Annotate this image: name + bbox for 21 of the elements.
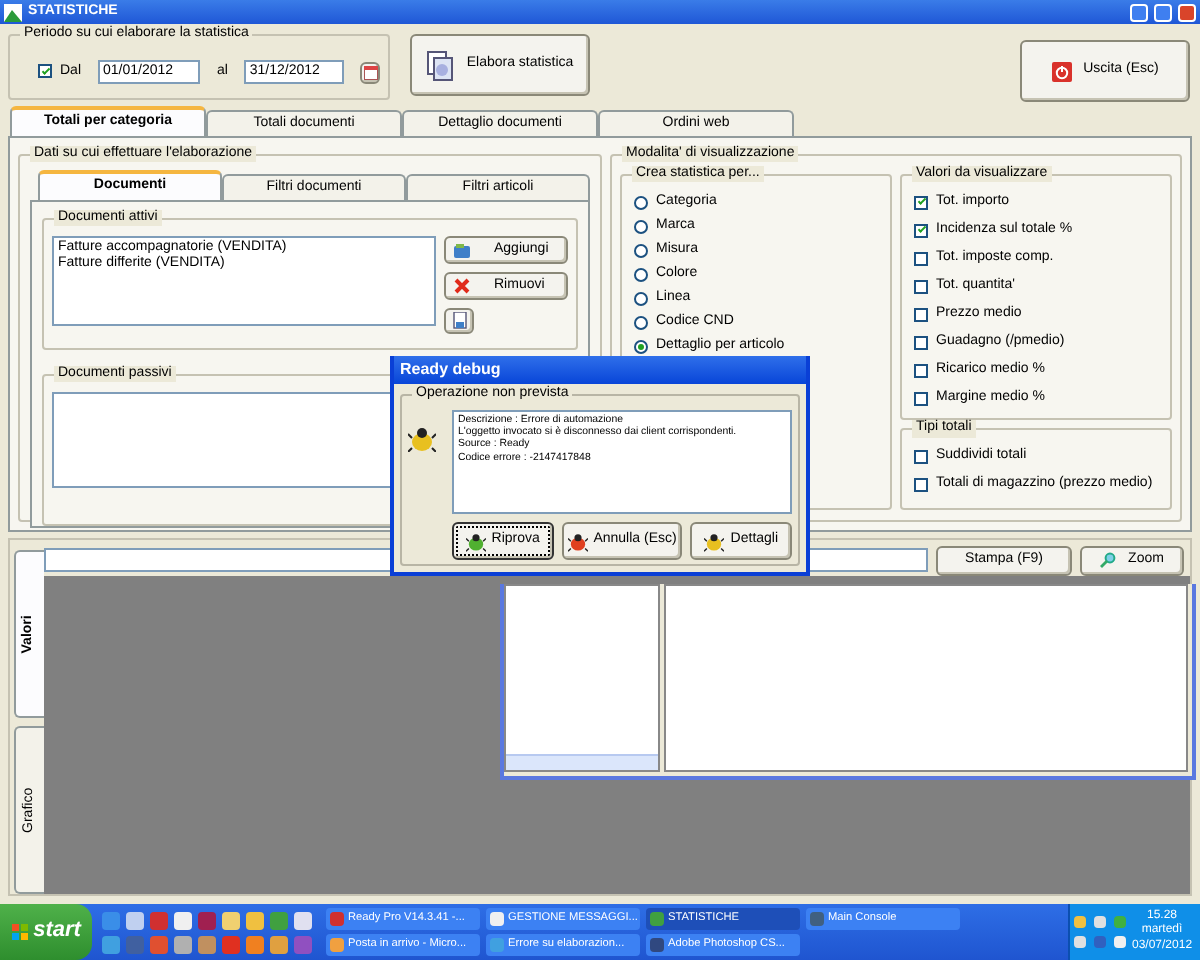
document-icon bbox=[451, 312, 467, 330]
minimize-button[interactable] bbox=[1130, 3, 1148, 21]
magnifier-icon bbox=[1100, 552, 1117, 568]
bug-icon bbox=[408, 426, 436, 452]
edit-button[interactable] bbox=[444, 308, 474, 334]
maximize-button[interactable] bbox=[1154, 3, 1172, 21]
windows-logo-icon bbox=[11, 924, 28, 940]
folder-icon bbox=[454, 243, 470, 257]
calendar-icon bbox=[363, 65, 378, 79]
app-icon bbox=[810, 912, 824, 926]
bug-icon bbox=[465, 531, 486, 551]
calendar-button[interactable] bbox=[360, 61, 380, 83]
dialog-title: Ready debug bbox=[394, 356, 806, 384]
delete-icon bbox=[454, 278, 470, 294]
bug-icon bbox=[704, 531, 725, 551]
horizontal-scrollbar[interactable] bbox=[506, 754, 658, 770]
bug-icon bbox=[567, 531, 588, 551]
close-button[interactable] bbox=[1178, 3, 1196, 21]
documents-icon bbox=[426, 49, 455, 81]
app-icon bbox=[4, 3, 22, 21]
power-icon bbox=[1051, 61, 1072, 81]
